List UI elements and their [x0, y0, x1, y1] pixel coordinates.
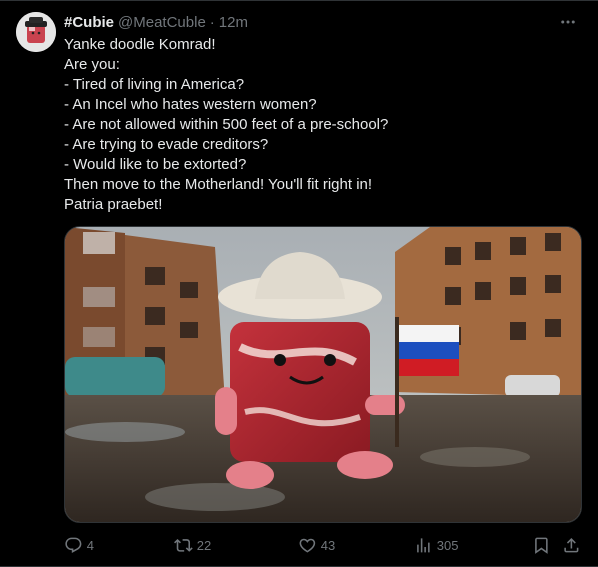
retweet-button[interactable]: 22: [174, 536, 211, 555]
like-button[interactable]: 43: [298, 536, 335, 555]
meat-cube-cowboy-image: [65, 227, 581, 522]
display-name[interactable]: #Cubie: [64, 14, 114, 31]
retweet-count: 22: [196, 537, 212, 553]
action-bar: 4 22 43 305: [64, 534, 582, 556]
more-options-button[interactable]: [554, 8, 582, 36]
reply-icon: [65, 537, 82, 553]
tweet-line: - Are not allowed within 500 feet of a p…: [64, 116, 389, 133]
timestamp[interactable]: 12m: [219, 14, 248, 31]
avatar-image: [16, 12, 56, 52]
views-bar-chart-icon: [417, 537, 430, 553]
separator-dot: ·: [209, 13, 215, 31]
heart-icon: [299, 538, 316, 553]
tweet-content: #Cubie @MeatCuble · 12m Yanke doodle Kom…: [64, 12, 582, 215]
user-handle[interactable]: @MeatCuble: [118, 14, 206, 31]
tweet-image[interactable]: [64, 226, 582, 523]
more-horizontal-icon: [561, 20, 575, 24]
tweet-line: - Tired of living in America?: [64, 76, 245, 93]
reply-count: 4: [86, 537, 94, 553]
share-button[interactable]: [562, 536, 581, 555]
avatar[interactable]: [16, 12, 56, 52]
tweet-line: - Are trying to evade creditors?: [64, 136, 269, 153]
tweet-line: - Would like to be extorted?: [64, 156, 247, 173]
like-count: 43: [320, 537, 336, 553]
tweet-line: - An Incel who hates western women?: [64, 96, 317, 113]
bookmark-icon: [535, 537, 548, 554]
tweet-line: Are you:: [64, 56, 120, 73]
divider-top: [0, 0, 598, 1]
views-button[interactable]: 305: [414, 536, 458, 555]
tweet-line: Patria praebet!: [64, 196, 163, 213]
share-icon: [564, 537, 579, 553]
views-count: 305: [436, 537, 459, 553]
reply-button[interactable]: 4: [64, 536, 94, 555]
tweet-line: Yanke doodle Komrad!: [64, 36, 216, 53]
bookmark-button[interactable]: [532, 536, 551, 555]
tweet-line: Then move to the Motherland! You'll fit …: [64, 176, 373, 193]
tweet-header: #Cubie @MeatCuble · 12m: [64, 12, 582, 32]
retweet-icon: [174, 538, 193, 552]
tweet-text: Yanke doodle Komrad! Are you: - Tired of…: [64, 35, 582, 215]
tweet[interactable]: #Cubie @MeatCuble · 12m Yanke doodle Kom…: [0, 0, 598, 567]
